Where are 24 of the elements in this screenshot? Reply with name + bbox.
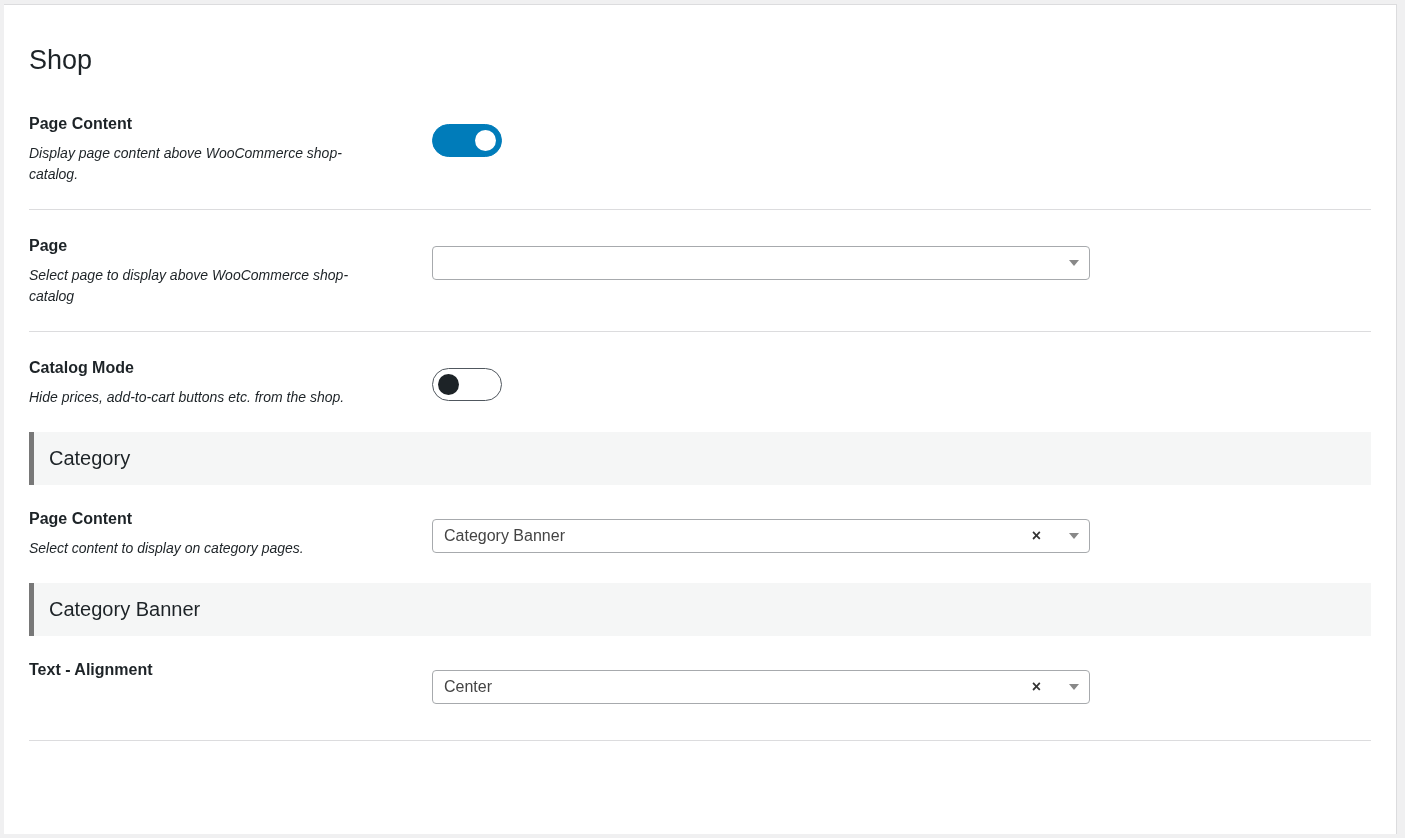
dropdown-arrow-icon bbox=[1069, 260, 1079, 266]
select-field[interactable] bbox=[432, 246, 1090, 280]
page-title: Shop bbox=[29, 45, 94, 76]
section-heading: Category Banner bbox=[29, 583, 1371, 636]
select-value: Category Banner bbox=[444, 527, 565, 545]
setting-label: Page bbox=[29, 236, 69, 255]
clear-button[interactable]: × bbox=[1031, 527, 1041, 545]
clear-button[interactable]: × bbox=[1031, 678, 1041, 696]
setting-label: Page Content bbox=[29, 509, 134, 528]
toggle-switch[interactable] bbox=[432, 124, 502, 157]
dropdown-arrow-icon bbox=[1069, 533, 1079, 539]
select-value: Center bbox=[444, 678, 493, 696]
select-field[interactable]: Center × bbox=[432, 670, 1090, 704]
setting-description: Display page content above WooCommerce shop-catalog. bbox=[29, 144, 343, 184]
setting-label: Catalog Mode bbox=[29, 358, 135, 377]
dropdown-arrow-icon bbox=[1069, 684, 1079, 690]
setting-label: Text - Alignment bbox=[29, 660, 154, 679]
setting-description: Select content to display on category pages. bbox=[29, 539, 305, 558]
toggle-switch[interactable] bbox=[432, 368, 502, 401]
setting-label: Page Content bbox=[29, 114, 134, 133]
setting-description: Select page to display above WooCommerce shop-catalog bbox=[29, 266, 350, 306]
section-heading: Category bbox=[29, 432, 1371, 485]
select-field[interactable]: Category Banner × bbox=[432, 519, 1090, 553]
setting-description: Hide prices, add-to-cart buttons etc. from the shop. bbox=[29, 388, 346, 407]
